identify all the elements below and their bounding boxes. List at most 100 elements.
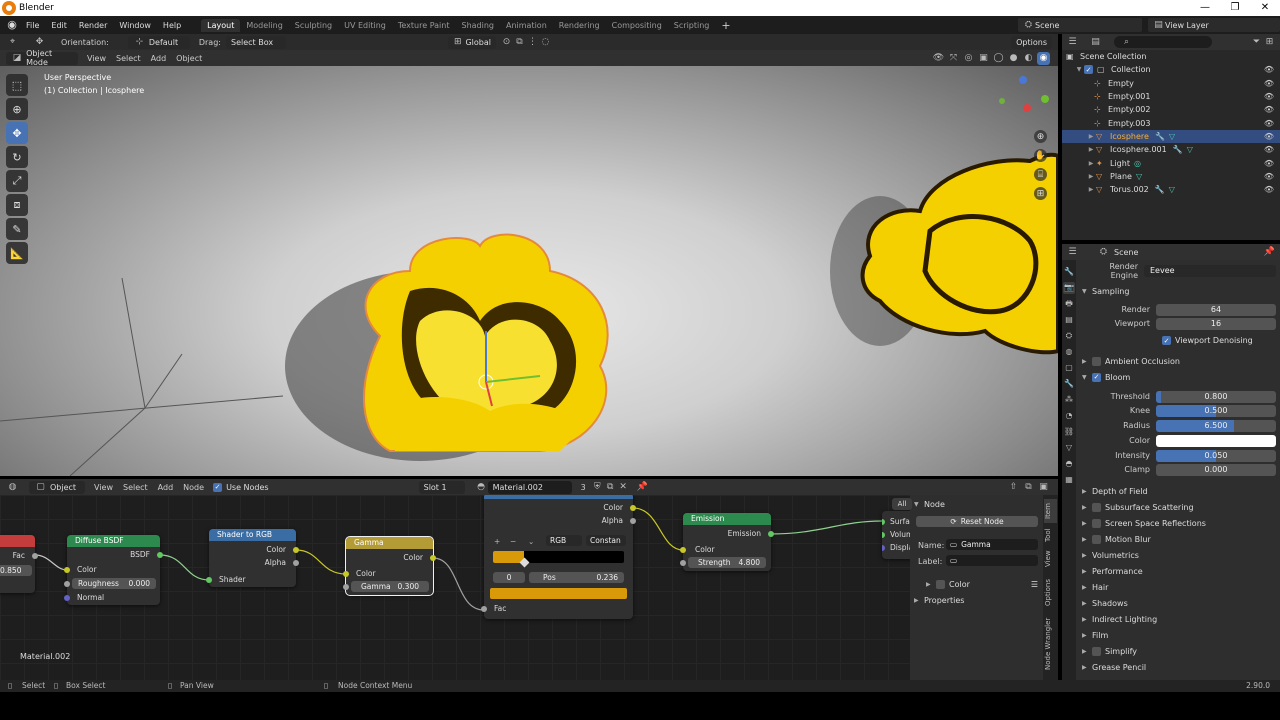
backdrop-icon[interactable]: ▣ bbox=[1037, 481, 1050, 494]
rendered-shading-icon[interactable]: ◉ bbox=[1037, 51, 1050, 65]
tool-tab-icon[interactable]: 🔧 bbox=[1063, 266, 1075, 278]
scene-selector[interactable]: ⛭ Scene bbox=[1018, 18, 1142, 32]
expand-icon[interactable]: ▶ bbox=[1086, 146, 1096, 153]
output-tab-icon[interactable]: 🖶 bbox=[1063, 298, 1075, 310]
scale-tool-icon[interactable]: ⤢ bbox=[6, 170, 28, 192]
socket-bsdf-out[interactable] bbox=[157, 552, 163, 558]
roughness-field[interactable]: Roughness 0.000 bbox=[72, 578, 156, 589]
node-menu-select[interactable]: Select bbox=[118, 483, 153, 492]
socket-normal-in[interactable] bbox=[64, 595, 70, 601]
scene-tab-icon[interactable]: ⛭ bbox=[1063, 330, 1075, 342]
socket-ramp-color-out[interactable] bbox=[630, 505, 636, 511]
tab-scripting[interactable]: Scripting bbox=[668, 19, 716, 32]
eye-icon[interactable]: 👁 bbox=[1264, 185, 1274, 194]
eye-icon[interactable]: 👁 bbox=[1264, 65, 1274, 74]
socket-gamma-value-in[interactable] bbox=[343, 584, 349, 590]
modifier-tab-icon[interactable]: 🔧 bbox=[1063, 378, 1075, 390]
socket-ramp-alpha-out[interactable] bbox=[630, 518, 636, 524]
ambient-occlusion-panel-header[interactable]: ▶ Ambient Occlusion bbox=[1082, 354, 1278, 368]
film-panel[interactable]: ▶ Film bbox=[1082, 628, 1278, 642]
simplify-panel[interactable]: ▶ Simplify bbox=[1082, 644, 1278, 658]
outliner-item-empty-001[interactable]: ⊹ Empty.001 👁 bbox=[1062, 90, 1280, 103]
visibility-icon[interactable]: 👁 bbox=[932, 52, 945, 65]
tab-view[interactable]: View bbox=[1044, 549, 1057, 569]
tab-layout[interactable]: Layout bbox=[201, 18, 241, 32]
filter-icon[interactable]: ⏷ bbox=[1250, 36, 1263, 49]
volumetrics-panel[interactable]: ▶ Volumetrics bbox=[1082, 548, 1278, 562]
pivot-icon[interactable]: ⊙ bbox=[500, 36, 513, 49]
collection-checkbox[interactable]: ✓ bbox=[1084, 65, 1093, 75]
node-color-ramp[interactable]: Color Alpha + − ⌄ RGB Constan 0 Pos 0.236… bbox=[481, 495, 636, 619]
outliner-item-light[interactable]: ▶ ✦ Light ◎ 👁 bbox=[1062, 156, 1280, 169]
list-icon[interactable]: ☰ bbox=[1031, 580, 1038, 589]
socket-gamma-color-in[interactable] bbox=[343, 571, 349, 577]
maximize-button[interactable]: ❐ bbox=[1220, 0, 1250, 16]
snap-icon[interactable]: ⧉ bbox=[513, 36, 526, 49]
annotate-tool-icon[interactable]: ✎ bbox=[6, 218, 28, 240]
outliner-scene-collection[interactable]: ▣ Scene Collection bbox=[1062, 50, 1280, 63]
ramp-color-mode-dropdown[interactable]: RGB bbox=[546, 535, 582, 546]
node-color-section[interactable]: ▶ Color ☰ bbox=[926, 577, 1038, 591]
node-menu-view[interactable]: View bbox=[89, 483, 118, 492]
viewport-menu-select[interactable]: Select bbox=[111, 54, 146, 63]
socket-emission-out[interactable] bbox=[768, 531, 774, 537]
hair-panel[interactable]: ▶ Hair bbox=[1082, 580, 1278, 594]
shader-type-dropdown[interactable]: ▢ Object bbox=[29, 480, 85, 494]
socket-emission-color-in[interactable] bbox=[680, 547, 686, 553]
outliner-editor-icon[interactable]: ☰ bbox=[1066, 36, 1079, 49]
cursor-tool-icon[interactable]: ⊕ bbox=[6, 98, 28, 120]
menu-file[interactable]: File bbox=[20, 21, 45, 30]
select-box-tool-icon[interactable]: ⬚ bbox=[6, 74, 28, 96]
eye-icon[interactable]: 👁 bbox=[1264, 92, 1274, 101]
properties-editor-icon[interactable]: ☰ bbox=[1066, 246, 1079, 259]
add-workspace-button[interactable]: + bbox=[715, 19, 736, 32]
measure-tool-icon[interactable]: 📐 bbox=[6, 242, 28, 264]
tab-sculpting[interactable]: Sculpting bbox=[289, 19, 338, 32]
render-tab-icon[interactable]: 📷 bbox=[1063, 282, 1075, 294]
node-menu-add[interactable]: Add bbox=[153, 483, 179, 492]
object-mode-dropdown[interactable]: ◪ Object Mode bbox=[6, 49, 78, 67]
radius-slider[interactable]: 6.500 bbox=[1156, 419, 1276, 432]
new-collection-icon[interactable]: ⊞ bbox=[1263, 36, 1276, 49]
physics-tab-icon[interactable]: ◔ bbox=[1063, 410, 1075, 422]
threshold-slider[interactable]: 0.800 bbox=[1156, 390, 1276, 403]
node-diffuse-bsdf[interactable]: Diffuse BSDF BSDF Color Roughness 0.000 N… bbox=[64, 535, 163, 605]
tab-compositing[interactable]: Compositing bbox=[606, 19, 668, 32]
data-tab-icon[interactable]: ▽ bbox=[1063, 442, 1075, 454]
socket-shader-in[interactable] bbox=[206, 577, 212, 583]
node-shader-to-rgb[interactable]: Shader to RGB Color Alpha Shader bbox=[206, 529, 299, 587]
expand-icon[interactable]: ▶ bbox=[1086, 133, 1096, 140]
ramp-remove-stop-button[interactable]: − bbox=[510, 537, 516, 546]
outliner-item-empty-003[interactable]: ⊹ Empty.003 👁 bbox=[1062, 116, 1280, 129]
material-name-field[interactable]: Material.002 bbox=[487, 480, 572, 494]
motion-blur-checkbox[interactable] bbox=[1092, 534, 1101, 544]
unlink-material-icon[interactable]: ✕ bbox=[617, 481, 630, 494]
blender-menu-icon[interactable]: ◉ bbox=[4, 17, 20, 33]
bloom-color-swatch[interactable] bbox=[1156, 434, 1276, 447]
performance-panel[interactable]: ▶ Performance bbox=[1082, 564, 1278, 578]
use-nodes-checkbox[interactable]: ✓ bbox=[213, 482, 223, 492]
expand-icon[interactable]: ▶ bbox=[1086, 173, 1096, 180]
viewport-denoising-checkbox[interactable]: ✓ bbox=[1162, 336, 1171, 345]
material-browse-icon[interactable]: ◓ bbox=[475, 481, 488, 494]
transform-orientation-dropdown[interactable]: ⊞ Global bbox=[447, 35, 496, 49]
grease-pencil-panel[interactable]: ▶ Grease Pencil bbox=[1082, 660, 1278, 674]
viewport-samples-field[interactable]: 16 bbox=[1156, 317, 1276, 330]
ramp-stop-color-swatch[interactable] bbox=[490, 588, 627, 599]
socket-displacement-in[interactable] bbox=[882, 545, 885, 551]
node-color-checkbox[interactable] bbox=[936, 579, 945, 589]
snap-target-icon[interactable]: ⋮ bbox=[526, 36, 539, 49]
subsurface-scattering-panel[interactable]: ▶ Subsurface Scattering bbox=[1082, 500, 1278, 514]
bloom-panel-header[interactable]: ▼ ✓ Bloom bbox=[1082, 370, 1278, 384]
socket-out[interactable] bbox=[32, 553, 38, 559]
render-samples-field[interactable]: 64 bbox=[1156, 303, 1276, 316]
shader-node-editor[interactable]: Fac 0.850 Diffuse BSDF BSDF Color Roughn… bbox=[0, 495, 1058, 680]
world-tab-icon[interactable]: ◍ bbox=[1063, 346, 1075, 358]
tab-rendering[interactable]: Rendering bbox=[553, 19, 606, 32]
tab-options[interactable]: Options bbox=[1044, 575, 1057, 609]
socket-roughness-in[interactable] bbox=[64, 581, 70, 587]
ramp-stop-index-field[interactable]: 0 bbox=[493, 572, 525, 583]
outliner-item-icosphere-001[interactable]: ▶ ▽ Icosphere.001 🔧 ▽ 👁 bbox=[1062, 143, 1280, 156]
bloom-checkbox[interactable]: ✓ bbox=[1092, 372, 1101, 382]
socket-strength-in[interactable] bbox=[680, 560, 686, 566]
